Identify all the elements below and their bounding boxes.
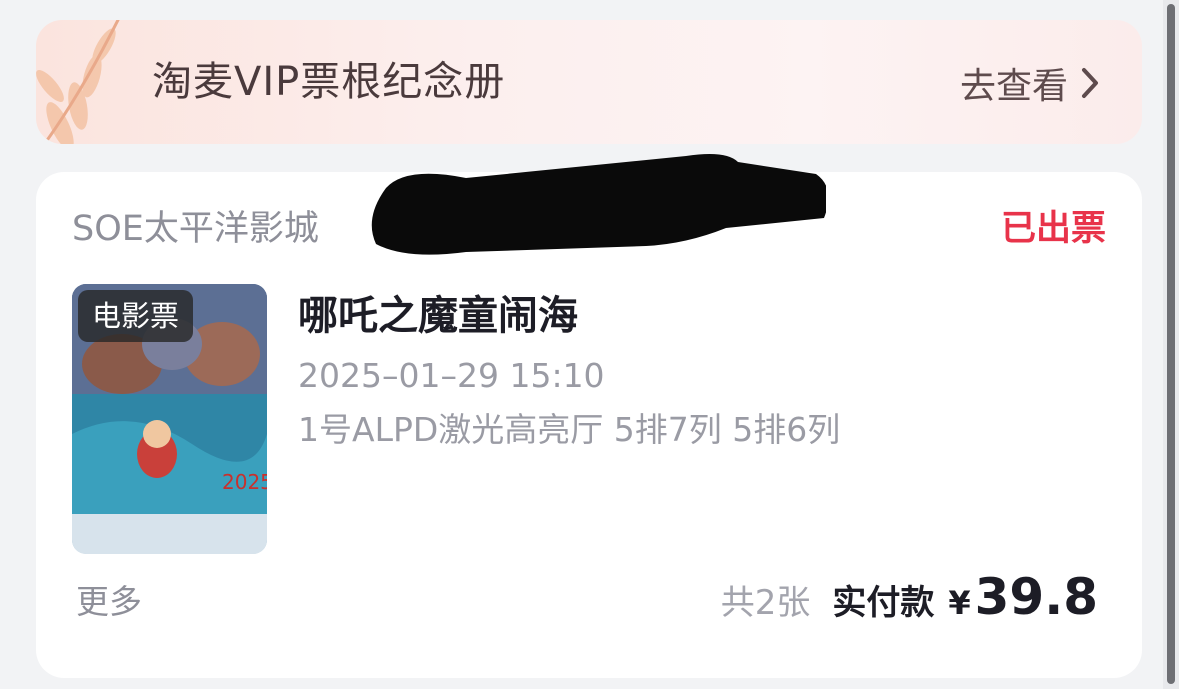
ticket-order-card[interactable]: SOE太平洋影城 已出票 2025 电影票 哪吒之魔童闹海 2025–01–29… bbox=[36, 154, 1142, 678]
movie-poster[interactable]: 2025 电影票 bbox=[72, 284, 267, 554]
paid-amount: 39.8 bbox=[974, 568, 1098, 626]
vip-ticket-album-banner[interactable]: 淘麦VIP票根纪念册 去查看 bbox=[36, 20, 1142, 144]
showtime: 2025–01–29 15:10 bbox=[298, 356, 605, 395]
view-album-label: 去查看 bbox=[959, 66, 1068, 107]
currency-symbol: ¥ bbox=[948, 584, 971, 622]
vertical-scrollbar[interactable] bbox=[1163, 0, 1179, 689]
paid-amount-label: 实付款 bbox=[832, 583, 935, 623]
scrollbar-thumb[interactable] bbox=[1167, 4, 1175, 684]
chevron-right-icon bbox=[1082, 68, 1098, 98]
redaction-mark bbox=[371, 154, 826, 255]
more-button[interactable]: 更多 bbox=[76, 580, 142, 624]
ticket-quantity: 共2张 bbox=[720, 583, 811, 623]
ticket-status-badge: 已出票 bbox=[1000, 209, 1106, 249]
payment-summary: 共2张 实付款 ¥ 39.8 bbox=[720, 568, 1098, 626]
view-album-link[interactable]: 去查看 bbox=[960, 58, 1100, 108]
order-page: 淘麦VIP票根纪念册 去查看 SOE太平洋影城 已出票 2025 电影票 哪吒之… bbox=[0, 0, 1179, 689]
hall-and-seats: 1号ALPD激光高亮厅 5排7列 5排6列 bbox=[298, 410, 841, 449]
wheat-decoration-icon bbox=[36, 20, 120, 144]
vip-banner-title: 淘麦VIP票根纪念册 bbox=[152, 59, 506, 105]
ticket-type-tag: 电影票 bbox=[78, 290, 194, 342]
movie-title: 哪吒之魔童闹海 bbox=[298, 293, 578, 339]
cinema-name: SOE太平洋影城 bbox=[72, 209, 319, 249]
svg-text:2025: 2025 bbox=[222, 470, 267, 494]
